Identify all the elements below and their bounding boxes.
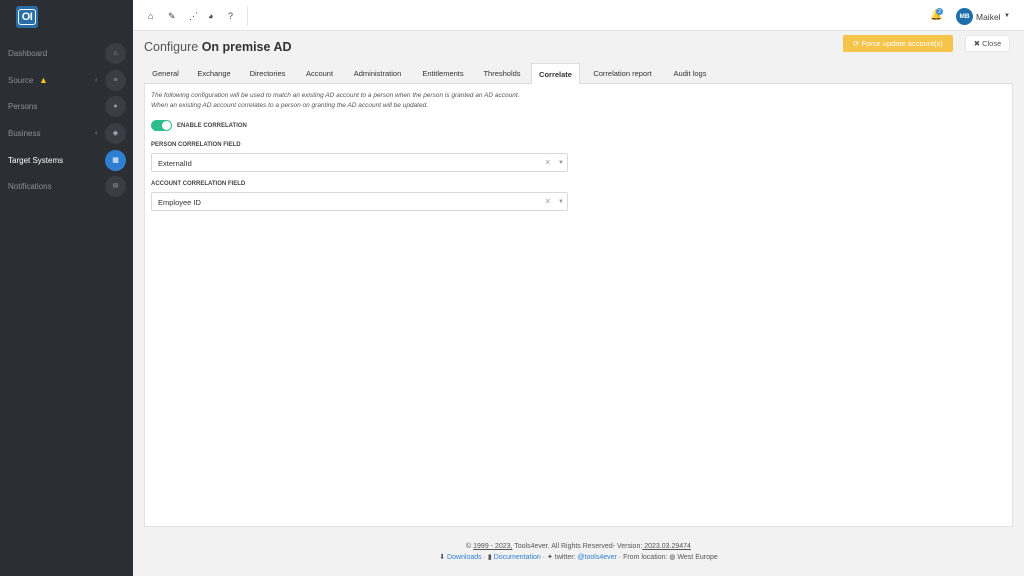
twitter-icon: ✦ [547,554,553,561]
tab-audit-logs[interactable]: Audit logs [664,63,716,84]
tab-entitlements[interactable]: Entitlements [414,63,472,84]
sidebar-item-source[interactable]: Source ▲ ‹ ≡ [0,69,133,91]
tab-thresholds[interactable]: Thresholds [477,63,527,84]
database-icon: ≡ [105,69,126,91]
sidebar-item-label: Notifications [8,181,52,191]
tab-account[interactable]: Account [298,63,341,84]
copyright-years: 1999 - 2023, [473,543,513,550]
avatar[interactable]: MB [956,8,973,25]
sidebar: OI Dashboard ⌂ Source ▲ ‹ ≡ Persons ● Bu… [0,0,133,576]
tab-exchange[interactable]: Exchange [190,63,238,84]
share-icon[interactable]: ⋰ [189,11,198,22]
clear-icon[interactable]: × [545,196,550,206]
logo-text: OI [18,9,36,25]
chevron-down-icon[interactable]: ▼ [558,160,564,166]
downloads-link[interactable]: Downloads [447,554,482,561]
home-icon: ⌂ [105,42,126,64]
description-line: When an existing AD account correlates t… [151,102,429,109]
person-correlation-field-label: PERSON CORRELATION FIELD [151,142,241,148]
wrench-icon[interactable]: ✎ [168,11,176,22]
chevron-left-icon: ‹ [95,129,98,137]
description-line: The following configuration will be used… [151,92,520,99]
sidebar-item-label: Business [8,128,41,138]
enable-correlation-toggle[interactable] [151,120,172,131]
enable-correlation-label: ENABLE CORRELATION [177,123,247,129]
top-bar: ⌂ ✎ ⋰ ◕ ? 🔔 2 MB Maikel ▼ [133,0,1024,31]
documentation-link[interactable]: Documentation [494,554,541,561]
tab-bar: General Exchange Directories Account Adm… [144,63,1013,85]
select-value: ExternalId [158,159,192,168]
pie-chart-icon[interactable]: ◕ [208,11,213,21]
book-icon: ▮ [487,554,492,561]
envelope-icon: ✉ [105,175,126,197]
copyright-text: Tools4ever. All Rights Reserved- Version… [512,543,643,550]
correlate-description: The following configuration will be used… [151,91,519,111]
footer-copyright: © 1999 - 2023, Tools4ever. All Rights Re… [133,543,1024,550]
chevron-left-icon: ‹ [95,76,98,84]
account-correlation-field-select[interactable]: Employee ID × ▼ [151,192,568,211]
notification-badge: 2 [936,8,943,15]
tab-correlate[interactable]: Correlate [531,63,580,85]
version-number: 2023.03.29474 [642,543,691,550]
chevron-down-icon[interactable]: ▼ [558,199,564,205]
sidebar-item-dashboard[interactable]: Dashboard ⌂ [0,42,133,64]
twitter-prefix: twitter: [554,554,578,561]
tab-administration[interactable]: Administration [346,63,409,84]
close-button[interactable]: ✖ Close [965,35,1010,52]
globe-icon: ◍ [669,554,676,561]
users-icon: ● [105,95,126,117]
grid-icon: ▦ [105,149,126,171]
twitter-link[interactable]: @tools4ever [577,554,616,561]
toolbar-divider [247,6,248,26]
tab-correlation-report[interactable]: Correlation report [585,63,660,84]
footer-links: ⬇ Downloads · ▮ Documentation · ✦ twitte… [133,553,1024,561]
select-value: Employee ID [158,198,201,207]
sidebar-item-label: Dashboard [8,48,48,58]
sidebar-item-label: Persons [8,101,38,111]
sidebar-item-label: Target Systems [8,155,64,165]
warning-icon: ▲ [39,75,48,85]
location-label: From location: [623,554,670,561]
download-icon: ⬇ [439,554,446,561]
clear-icon[interactable]: × [545,157,550,167]
location-region: West Europe [677,554,718,561]
correlate-panel: The following configuration will be used… [144,84,1013,527]
page-title: Configure On premise AD [144,40,292,54]
sidebar-item-business[interactable]: Business ‹ ◆ [0,122,133,144]
app-logo[interactable]: OI [16,6,38,28]
briefcase-icon: ◆ [105,122,126,144]
page-title-prefix: Configure [144,40,199,54]
home-icon[interactable]: ⌂ [148,11,153,21]
toggle-knob [162,121,171,130]
sidebar-item-persons[interactable]: Persons ● [0,95,133,117]
tab-directories[interactable]: Directories [242,63,293,84]
sidebar-item-label: Source [8,75,34,85]
sidebar-item-notifications[interactable]: Notifications ✉ [0,175,133,197]
person-correlation-field-select[interactable]: ExternalId × ▼ [151,153,568,172]
help-icon[interactable]: ? [228,11,233,21]
page-title-name: On premise AD [201,40,292,54]
tab-general[interactable]: General [144,63,187,84]
user-name[interactable]: Maikel [976,12,1001,22]
sidebar-item-target-systems[interactable]: Target Systems ▦ [0,149,133,171]
account-correlation-field-label: ACCOUNT CORRELATION FIELD [151,181,246,187]
force-update-button[interactable]: ⟳ Force update account(s) [843,35,953,52]
chevron-down-icon[interactable]: ▼ [1004,13,1010,19]
